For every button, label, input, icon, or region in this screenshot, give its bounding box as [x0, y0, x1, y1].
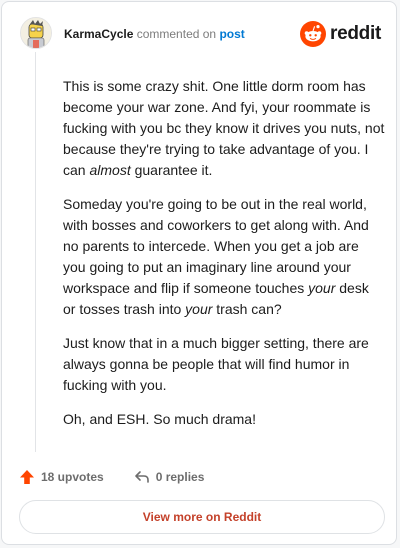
comment-text: guarantee it.	[130, 162, 213, 178]
upvote-count: 18 upvotes	[41, 470, 104, 484]
comment-paragraph: Someday you're going to be out in the re…	[63, 194, 385, 320]
upvote-arrow-icon[interactable]	[19, 469, 35, 485]
comment-actions: 18 upvotes 0 replies	[19, 467, 204, 487]
comment-text: trash can?	[212, 301, 282, 317]
reddit-brand[interactable]: reddit	[300, 20, 381, 48]
byline-action-text: commented on	[136, 27, 217, 41]
upvote-action[interactable]: 18 upvotes	[19, 469, 104, 485]
reply-arrow-icon[interactable]	[134, 469, 150, 485]
emphasized-text: your	[185, 301, 213, 317]
comment-paragraph: This is some crazy shit. One little dorm…	[63, 76, 385, 181]
reply-action[interactable]: 0 replies	[134, 469, 205, 485]
user-avatar[interactable]	[20, 17, 52, 49]
emphasized-text: almost	[89, 162, 131, 178]
emphasized-text: your	[308, 280, 336, 296]
reddit-wordmark: reddit	[330, 23, 381, 44]
comment-text: Just know that in a much bigger setting,…	[63, 335, 369, 393]
comment-header: KarmaCycle commented on post reddit	[2, 2, 396, 68]
post-link[interactable]: post	[219, 27, 244, 41]
comment-byline: KarmaCycle commented on post	[64, 27, 245, 41]
reply-count: 0 replies	[155, 470, 205, 484]
thread-line	[35, 52, 36, 452]
reddit-logo-icon	[300, 21, 327, 47]
comment-embed-card: KarmaCycle commented on post reddit This…	[1, 1, 397, 545]
view-more-on-reddit-button[interactable]: View more on Reddit	[19, 500, 385, 534]
comment-body: This is some crazy shit. One little dorm…	[63, 76, 385, 443]
comment-paragraph: Oh, and ESH. So much drama!	[63, 409, 385, 430]
comment-text: Oh, and ESH. So much drama!	[63, 411, 256, 427]
avatar-illustration-icon	[21, 18, 51, 48]
comment-paragraph: Just know that in a much bigger setting,…	[63, 333, 385, 396]
comment-username[interactable]: KarmaCycle	[64, 27, 133, 41]
